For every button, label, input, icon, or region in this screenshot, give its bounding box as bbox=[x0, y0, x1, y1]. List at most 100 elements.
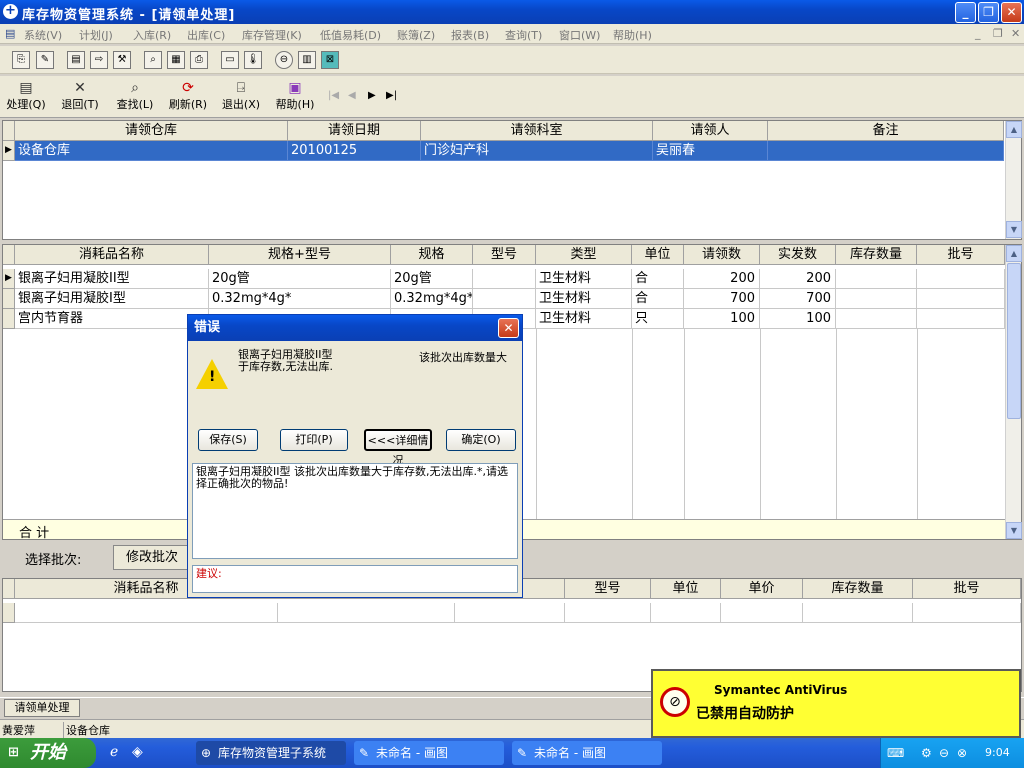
table-row-cell[interactable]: 只 bbox=[632, 309, 684, 329]
table-row-cell[interactable]: 0.32mg*4g* bbox=[391, 289, 473, 309]
table-row-cell[interactable] bbox=[836, 309, 917, 329]
task-inventory[interactable]: ⊕ 库存物资管理子系统 bbox=[196, 741, 346, 765]
start-button[interactable]: ⊞ 开始 bbox=[0, 738, 96, 768]
document-icon[interactable]: ▤ bbox=[67, 51, 85, 69]
table-row-cell[interactable] bbox=[836, 289, 917, 309]
table-row-cell[interactable] bbox=[917, 269, 1005, 289]
table-row-cell[interactable]: 设备仓库 bbox=[15, 141, 288, 161]
ie-icon[interactable]: ℯ bbox=[110, 744, 118, 760]
table-row-cell[interactable]: 卫生材料 bbox=[536, 289, 632, 309]
menu-low-value[interactable]: 低值易耗(D) bbox=[320, 27, 381, 43]
table-row-cell[interactable] bbox=[917, 289, 1005, 309]
table-row-cell[interactable] bbox=[473, 289, 536, 309]
scrollbar-vertical[interactable]: ▲ ▼ bbox=[1005, 245, 1022, 539]
keyboard-icon[interactable]: ⌨ bbox=[887, 746, 904, 760]
table-row-cell[interactable]: 100 bbox=[684, 309, 760, 329]
table-row-cell[interactable]: 门诊妇产科 bbox=[421, 141, 653, 161]
media-icon[interactable]: ◈ bbox=[132, 744, 143, 760]
books-icon[interactable]: ▥ bbox=[298, 51, 316, 69]
task-paint-2[interactable]: ✎ 未命名 - 画图 bbox=[512, 741, 662, 765]
table-row-cell[interactable]: 银离子妇用凝胶II型 bbox=[15, 269, 209, 289]
table-row-cell[interactable] bbox=[803, 603, 913, 623]
task-paint-1[interactable]: ✎ 未命名 - 画图 bbox=[354, 741, 504, 765]
thermometer-icon[interactable]: 🌡 bbox=[244, 51, 262, 69]
process-button[interactable]: ▤ 处理(Q) bbox=[4, 80, 48, 112]
menu-help[interactable]: 帮助(H) bbox=[613, 27, 652, 43]
table-row-cell[interactable] bbox=[455, 603, 565, 623]
table-row-cell[interactable] bbox=[768, 141, 1004, 161]
table-row-cell[interactable]: 合 bbox=[632, 289, 684, 309]
table-row-cell[interactable]: 200 bbox=[684, 269, 760, 289]
close-button[interactable]: ✕ bbox=[1001, 2, 1022, 23]
minimize-button[interactable]: _ bbox=[955, 2, 976, 23]
prev-record-icon[interactable]: ◀ bbox=[348, 90, 356, 101]
menu-query[interactable]: 查询(T) bbox=[505, 27, 542, 43]
table-row-cell[interactable] bbox=[917, 309, 1005, 329]
table-row-cell[interactable]: 100 bbox=[760, 309, 836, 329]
table-row-cell[interactable]: 卫生材料 bbox=[536, 269, 632, 289]
menu-window[interactable]: 窗口(W) bbox=[559, 27, 600, 43]
details-toggle-button[interactable]: <<<详细情况 bbox=[364, 429, 432, 467]
tools-icon[interactable]: ⚒ bbox=[113, 51, 131, 69]
table-row-cell[interactable]: 0.32mg*4g* bbox=[209, 289, 391, 309]
menu-report[interactable]: 报表(B) bbox=[451, 27, 489, 43]
first-record-icon[interactable]: |◀ bbox=[328, 90, 339, 101]
menu-inventory[interactable]: 库存管理(K) bbox=[242, 27, 302, 43]
table-row-cell[interactable]: 700 bbox=[760, 289, 836, 309]
table-row-cell[interactable]: 20g管 bbox=[209, 269, 391, 289]
next-record-icon[interactable]: ▶ bbox=[368, 90, 376, 101]
table-row-cell[interactable] bbox=[721, 603, 803, 623]
suggestion-textarea[interactable]: 建议: bbox=[192, 565, 518, 593]
mdi-minimize-button[interactable]: _ bbox=[975, 27, 981, 40]
scroll-up-icon[interactable]: ▲ bbox=[1006, 121, 1022, 138]
security-tray-icon[interactable]: ⊗ bbox=[957, 746, 967, 760]
table-row-cell[interactable]: 700 bbox=[684, 289, 760, 309]
scroll-down-icon[interactable]: ▼ bbox=[1006, 522, 1022, 539]
last-record-icon[interactable]: ▶| bbox=[386, 90, 397, 101]
search-icon[interactable]: ⌕ bbox=[144, 51, 162, 69]
scroll-thumb[interactable] bbox=[1007, 263, 1021, 419]
antivirus-notification[interactable]: ⊘ Symantec AntiVirus 已禁用自动防护 bbox=[651, 669, 1021, 738]
drive-icon[interactable]: ▭ bbox=[221, 51, 239, 69]
find-button[interactable]: ⌕ 查找(L) bbox=[113, 80, 157, 112]
form-icon[interactable]: ▦ bbox=[167, 51, 185, 69]
menu-inbound[interactable]: 入库(R) bbox=[133, 27, 171, 43]
menu-outbound[interactable]: 出库(C) bbox=[187, 27, 225, 43]
print-button[interactable]: 打印(P) bbox=[280, 429, 348, 451]
table-row-cell[interactable] bbox=[278, 603, 455, 623]
menu-system[interactable]: 系统(V) bbox=[24, 27, 62, 43]
table-row-cell[interactable]: 200 bbox=[760, 269, 836, 289]
menu-ledger[interactable]: 账簿(Z) bbox=[397, 27, 435, 43]
scroll-up-icon[interactable]: ▲ bbox=[1006, 245, 1022, 262]
print-icon[interactable]: ⎙ bbox=[190, 51, 208, 69]
cancel-box-icon[interactable]: ⊠ bbox=[321, 51, 339, 69]
table-row-cell[interactable] bbox=[913, 603, 1021, 623]
table-row-cell[interactable]: 合 bbox=[632, 269, 684, 289]
menu-plan[interactable]: 计划(J) bbox=[79, 27, 113, 43]
edit-batch-button[interactable]: 修改批次 bbox=[113, 545, 191, 570]
table-row-cell[interactable] bbox=[473, 269, 536, 289]
table-row-cell[interactable]: 卫生材料 bbox=[536, 309, 632, 329]
scrollbar-vertical[interactable]: ▲ ▼ bbox=[1005, 121, 1022, 239]
table-row-cell[interactable] bbox=[836, 269, 917, 289]
refresh-button[interactable]: ⟳ 刷新(R) bbox=[166, 80, 210, 112]
mdi-tab-requisition[interactable]: 请领单处理 bbox=[4, 699, 80, 717]
scroll-down-icon[interactable]: ▼ bbox=[1006, 221, 1022, 238]
open-icon[interactable]: ⎘ bbox=[12, 51, 30, 69]
help-button[interactable]: ▣ 帮助(H) bbox=[273, 80, 317, 112]
table-row-cell[interactable] bbox=[565, 603, 651, 623]
ok-button[interactable]: 确定(O) bbox=[446, 429, 516, 451]
mdi-close-button[interactable]: ✕ bbox=[1011, 27, 1020, 40]
table-row-cell[interactable] bbox=[15, 603, 278, 623]
save-button[interactable]: 保存(S) bbox=[198, 429, 258, 451]
antivirus-tray-icon[interactable]: ⊖ bbox=[939, 746, 949, 760]
table-row-cell[interactable]: 银离子妇用凝胶I型 bbox=[15, 289, 209, 309]
table-row-cell[interactable] bbox=[651, 603, 721, 623]
table-row-cell[interactable]: 宫内节育器 bbox=[15, 309, 209, 329]
table-row-cell[interactable]: 20g管 bbox=[391, 269, 473, 289]
table-row-cell[interactable]: 吴丽春 bbox=[653, 141, 768, 161]
export-icon[interactable]: ⇨ bbox=[90, 51, 108, 69]
edit-icon[interactable]: ✎ bbox=[36, 51, 54, 69]
details-textarea[interactable]: 银离子妇用凝胶II型 该批次出库数量大于库存数,无法出库.*,请选择正确批次的物… bbox=[192, 463, 518, 559]
exit-button[interactable]: ⍈ 退出(X) bbox=[219, 80, 263, 112]
